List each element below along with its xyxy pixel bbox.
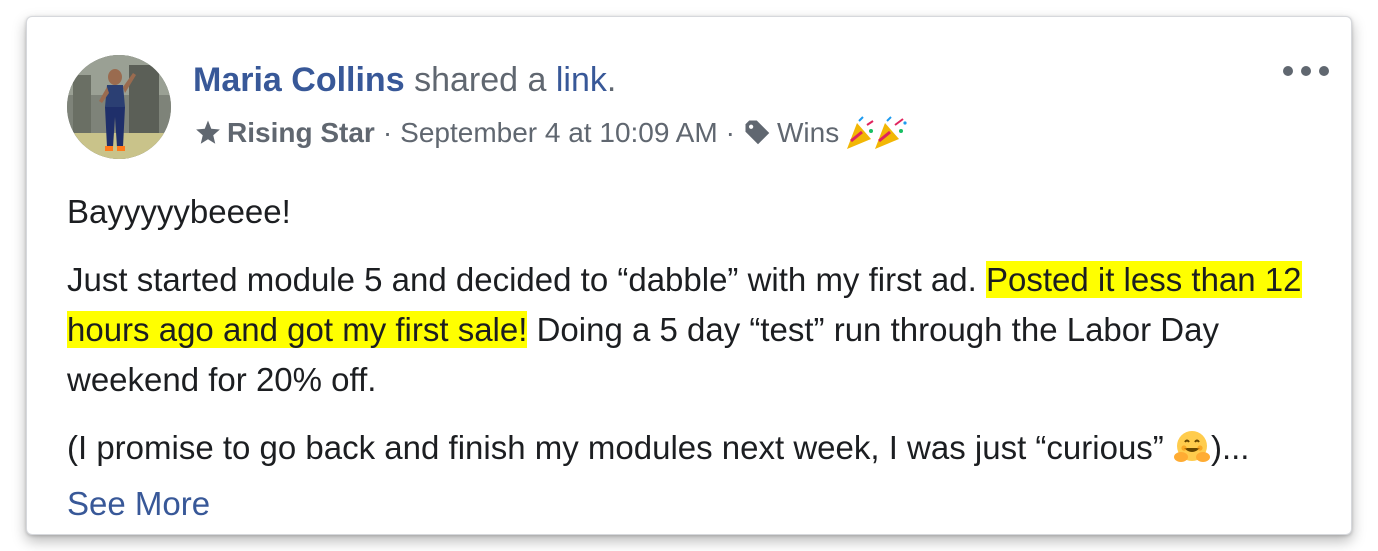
dot	[1283, 66, 1293, 76]
post-header: Maria Collins shared a link.	[193, 61, 616, 100]
topic-tag[interactable]: Wins	[743, 117, 839, 149]
topic-tag-label: Wins	[777, 117, 840, 148]
paragraph-3-text: (I promise to go back and finish my modu…	[67, 429, 1173, 466]
paragraph-1: Bayyyyybeeee!	[67, 193, 291, 230]
author-avatar[interactable]	[67, 55, 171, 159]
see-more-link[interactable]: See More	[67, 485, 210, 522]
hugging-face-emoji	[1173, 429, 1211, 479]
post-meta: Rising Star · September 4 at 10:09 AM · …	[193, 115, 909, 151]
post-card: Maria Collins shared a link. Rising Star…	[26, 16, 1352, 535]
paragraph-2-text: Just started module 5 and decided to “da…	[67, 261, 986, 298]
badge-label: Rising Star	[227, 117, 375, 148]
tag-icon	[745, 120, 770, 145]
dot	[1319, 66, 1329, 76]
separator: ·	[725, 117, 735, 148]
star-icon	[196, 120, 220, 144]
author-name[interactable]: Maria Collins	[193, 61, 405, 99]
separator: ·	[382, 117, 393, 148]
dot	[1301, 66, 1311, 76]
paragraph-2: Just started module 5 and decided to “da…	[67, 255, 1317, 405]
avatar-photo	[67, 55, 171, 159]
post-body: Bayyyyybeeee! Just started module 5 and …	[67, 187, 1317, 534]
party-popper-icon	[845, 115, 909, 151]
post-timestamp[interactable]: September 4 at 10:09 AM	[400, 117, 718, 149]
period: .	[606, 61, 617, 99]
rising-star-badge[interactable]: Rising Star	[193, 117, 375, 149]
shared-link[interactable]: link	[556, 61, 607, 99]
action-text: shared a	[414, 61, 547, 99]
paragraph-3: (I promise to go back and finish my modu…	[67, 423, 1317, 529]
paragraph-3-text-end: )...	[1210, 429, 1250, 466]
more-options-icon[interactable]	[1283, 59, 1329, 83]
